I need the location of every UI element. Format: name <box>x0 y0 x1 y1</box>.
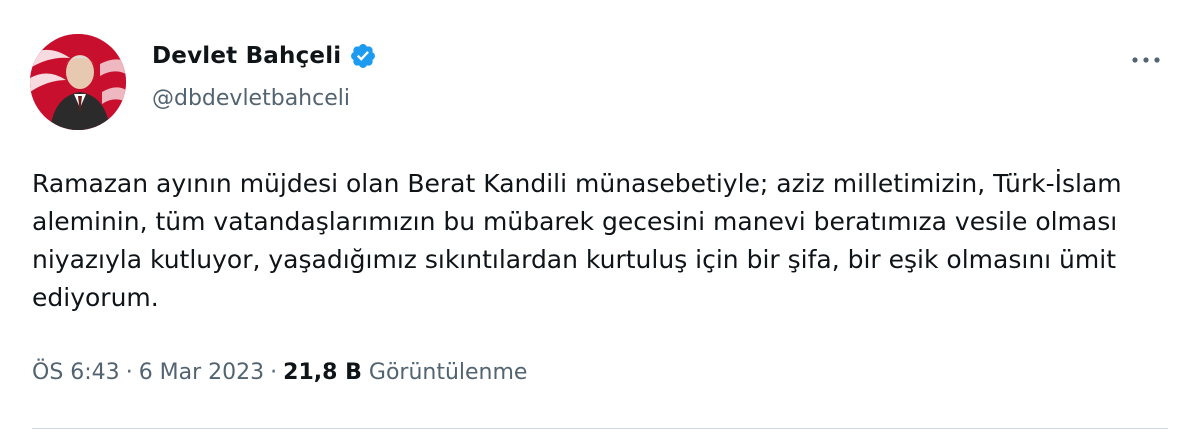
tweet-card: Devlet Bahçeli @dbdevletbahceli Ramazan … <box>0 0 1200 437</box>
meta-separator: · <box>125 360 133 385</box>
tweet-date[interactable]: 6 Mar 2023 <box>139 360 264 385</box>
avatar[interactable] <box>30 34 126 130</box>
tweet-meta: ÖS 6:43 · 6 Mar 2023 · 21,8 B Görüntülenme <box>32 360 527 385</box>
verified-badge-icon[interactable] <box>349 42 377 70</box>
divider <box>32 428 1168 429</box>
author-handle[interactable]: @dbdevletbahceli <box>152 86 350 111</box>
author-display-name[interactable]: Devlet Bahçeli <box>152 43 341 69</box>
tweet-text: Ramazan ayının müjdesi olan Berat Kandil… <box>32 169 1122 312</box>
views-label: Görüntülenme <box>368 360 528 385</box>
avatar-image <box>30 34 126 130</box>
author-name-row: Devlet Bahçeli <box>152 42 377 70</box>
more-options-button[interactable] <box>1128 48 1164 72</box>
tweet-time[interactable]: ÖS 6:43 <box>32 360 120 385</box>
views-count[interactable]: 21,8 B <box>283 360 362 385</box>
meta-separator: · <box>270 360 278 385</box>
more-horizontal-icon <box>1132 57 1160 63</box>
